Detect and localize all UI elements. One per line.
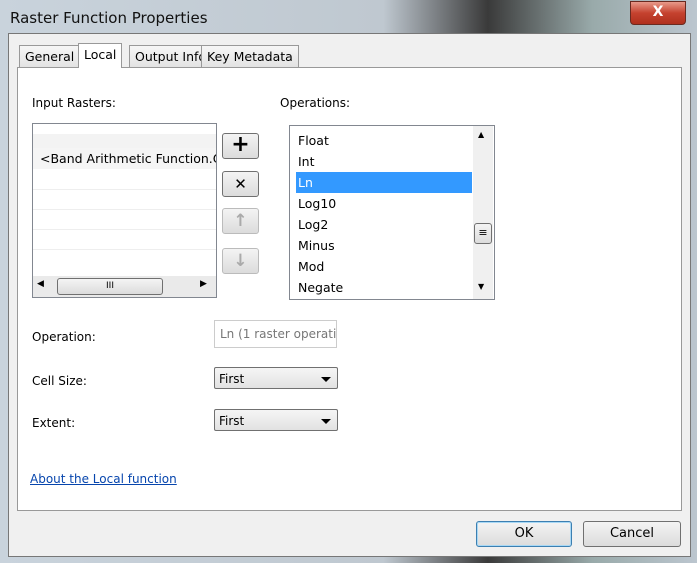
list-item-selected[interactable]: Ln	[296, 172, 472, 193]
scroll-thumb[interactable]: III	[57, 278, 163, 295]
operations-list[interactable]: Float Int Ln Log10 Log2 Minus Mod Negate…	[289, 125, 495, 300]
list-item[interactable]: Float	[296, 130, 472, 151]
scroll-left-icon[interactable]: ◀	[37, 279, 44, 289]
list-item[interactable]: Int	[296, 151, 472, 172]
chevron-down-icon	[321, 377, 331, 382]
extent-value: First	[219, 414, 245, 428]
close-button[interactable]: X	[630, 1, 686, 25]
input-rasters-list[interactable]: <Band Arithmetic Function.Out ◀ III ▶	[32, 123, 217, 298]
cell-size-dropdown[interactable]: First	[214, 367, 338, 389]
cancel-button[interactable]: Cancel	[583, 521, 681, 547]
chevron-down-icon	[321, 419, 331, 424]
cell-size-value: First	[219, 372, 245, 386]
scroll-down-icon[interactable]: ▼	[478, 282, 484, 291]
list-item[interactable]: Log2	[296, 214, 472, 235]
input-rasters-label: Input Rasters:	[32, 96, 116, 110]
tab-key-metadata[interactable]: Key Metadata	[201, 45, 299, 67]
scroll-up-icon[interactable]: ▲	[478, 130, 484, 139]
list-item[interactable]: Log10	[296, 193, 472, 214]
ok-button[interactable]: OK	[476, 521, 572, 547]
list-item[interactable]: Minus	[296, 235, 472, 256]
list-header	[33, 134, 216, 148]
move-up-button[interactable]: ↑	[222, 208, 259, 234]
tab-output-info[interactable]: Output Info	[129, 45, 213, 67]
horizontal-scrollbar[interactable]: ◀ III ▶	[33, 276, 216, 297]
extent-dropdown[interactable]: First	[214, 409, 338, 431]
add-button[interactable]: +	[222, 133, 259, 159]
remove-button[interactable]: ✕	[222, 171, 259, 197]
list-item[interactable]: Negate	[296, 277, 472, 298]
scroll-thumb[interactable]: ≡	[474, 223, 492, 244]
list-item[interactable]: Mod	[296, 256, 472, 277]
operation-label: Operation:	[32, 330, 96, 344]
window-title: Raster Function Properties	[10, 9, 208, 27]
operation-field: Ln (1 raster operatic	[214, 320, 337, 348]
tab-general[interactable]: General	[19, 45, 81, 67]
cell-size-label: Cell Size:	[32, 374, 87, 388]
scroll-right-icon[interactable]: ▶	[200, 279, 207, 289]
extent-label: Extent:	[32, 416, 76, 430]
operations-label: Operations:	[280, 96, 351, 110]
move-down-button[interactable]: ↓	[222, 248, 259, 274]
about-local-function-link[interactable]: About the Local function	[30, 472, 177, 486]
tab-local[interactable]: Local	[78, 43, 123, 68]
vertical-scrollbar[interactable]: ▲ ≡ ▼	[473, 126, 493, 299]
list-item[interactable]: <Band Arithmetic Function.Out	[33, 148, 216, 169]
